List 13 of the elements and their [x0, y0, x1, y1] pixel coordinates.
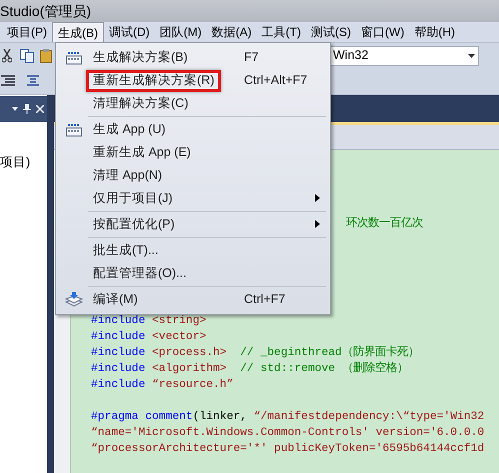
code-line: #include “resource.h” — [91, 379, 234, 391]
shortcut-text: F7 — [244, 49, 259, 66]
shortcut-text: Ctrl+F7 — [244, 291, 286, 308]
code-line: #include <process.h> // _beginthread（防界面卡死） — [91, 347, 419, 359]
code-comment: 环次数一百亿次 — [346, 218, 423, 230]
code-line: “processorArchitecture='*' publicKeyToken='6595b64144ccf1d — [91, 443, 484, 455]
code-line: “name='Microsoft.Windows.Common-Controls' version='6.0.0.0 — [91, 427, 484, 439]
window-title: Studio(管理员) — [0, 2, 92, 21]
code-line: #include <algorithm> // std::remove （删除空格） — [91, 363, 408, 375]
code-line: #include <string> — [91, 315, 206, 327]
code-line: #include <vector> — [91, 331, 206, 343]
code-line: #pragma comment(linker, “/manifestdependency:\“type='Win32 — [91, 411, 484, 423]
shortcut-text: Ctrl+Alt+F7 — [244, 72, 308, 90]
